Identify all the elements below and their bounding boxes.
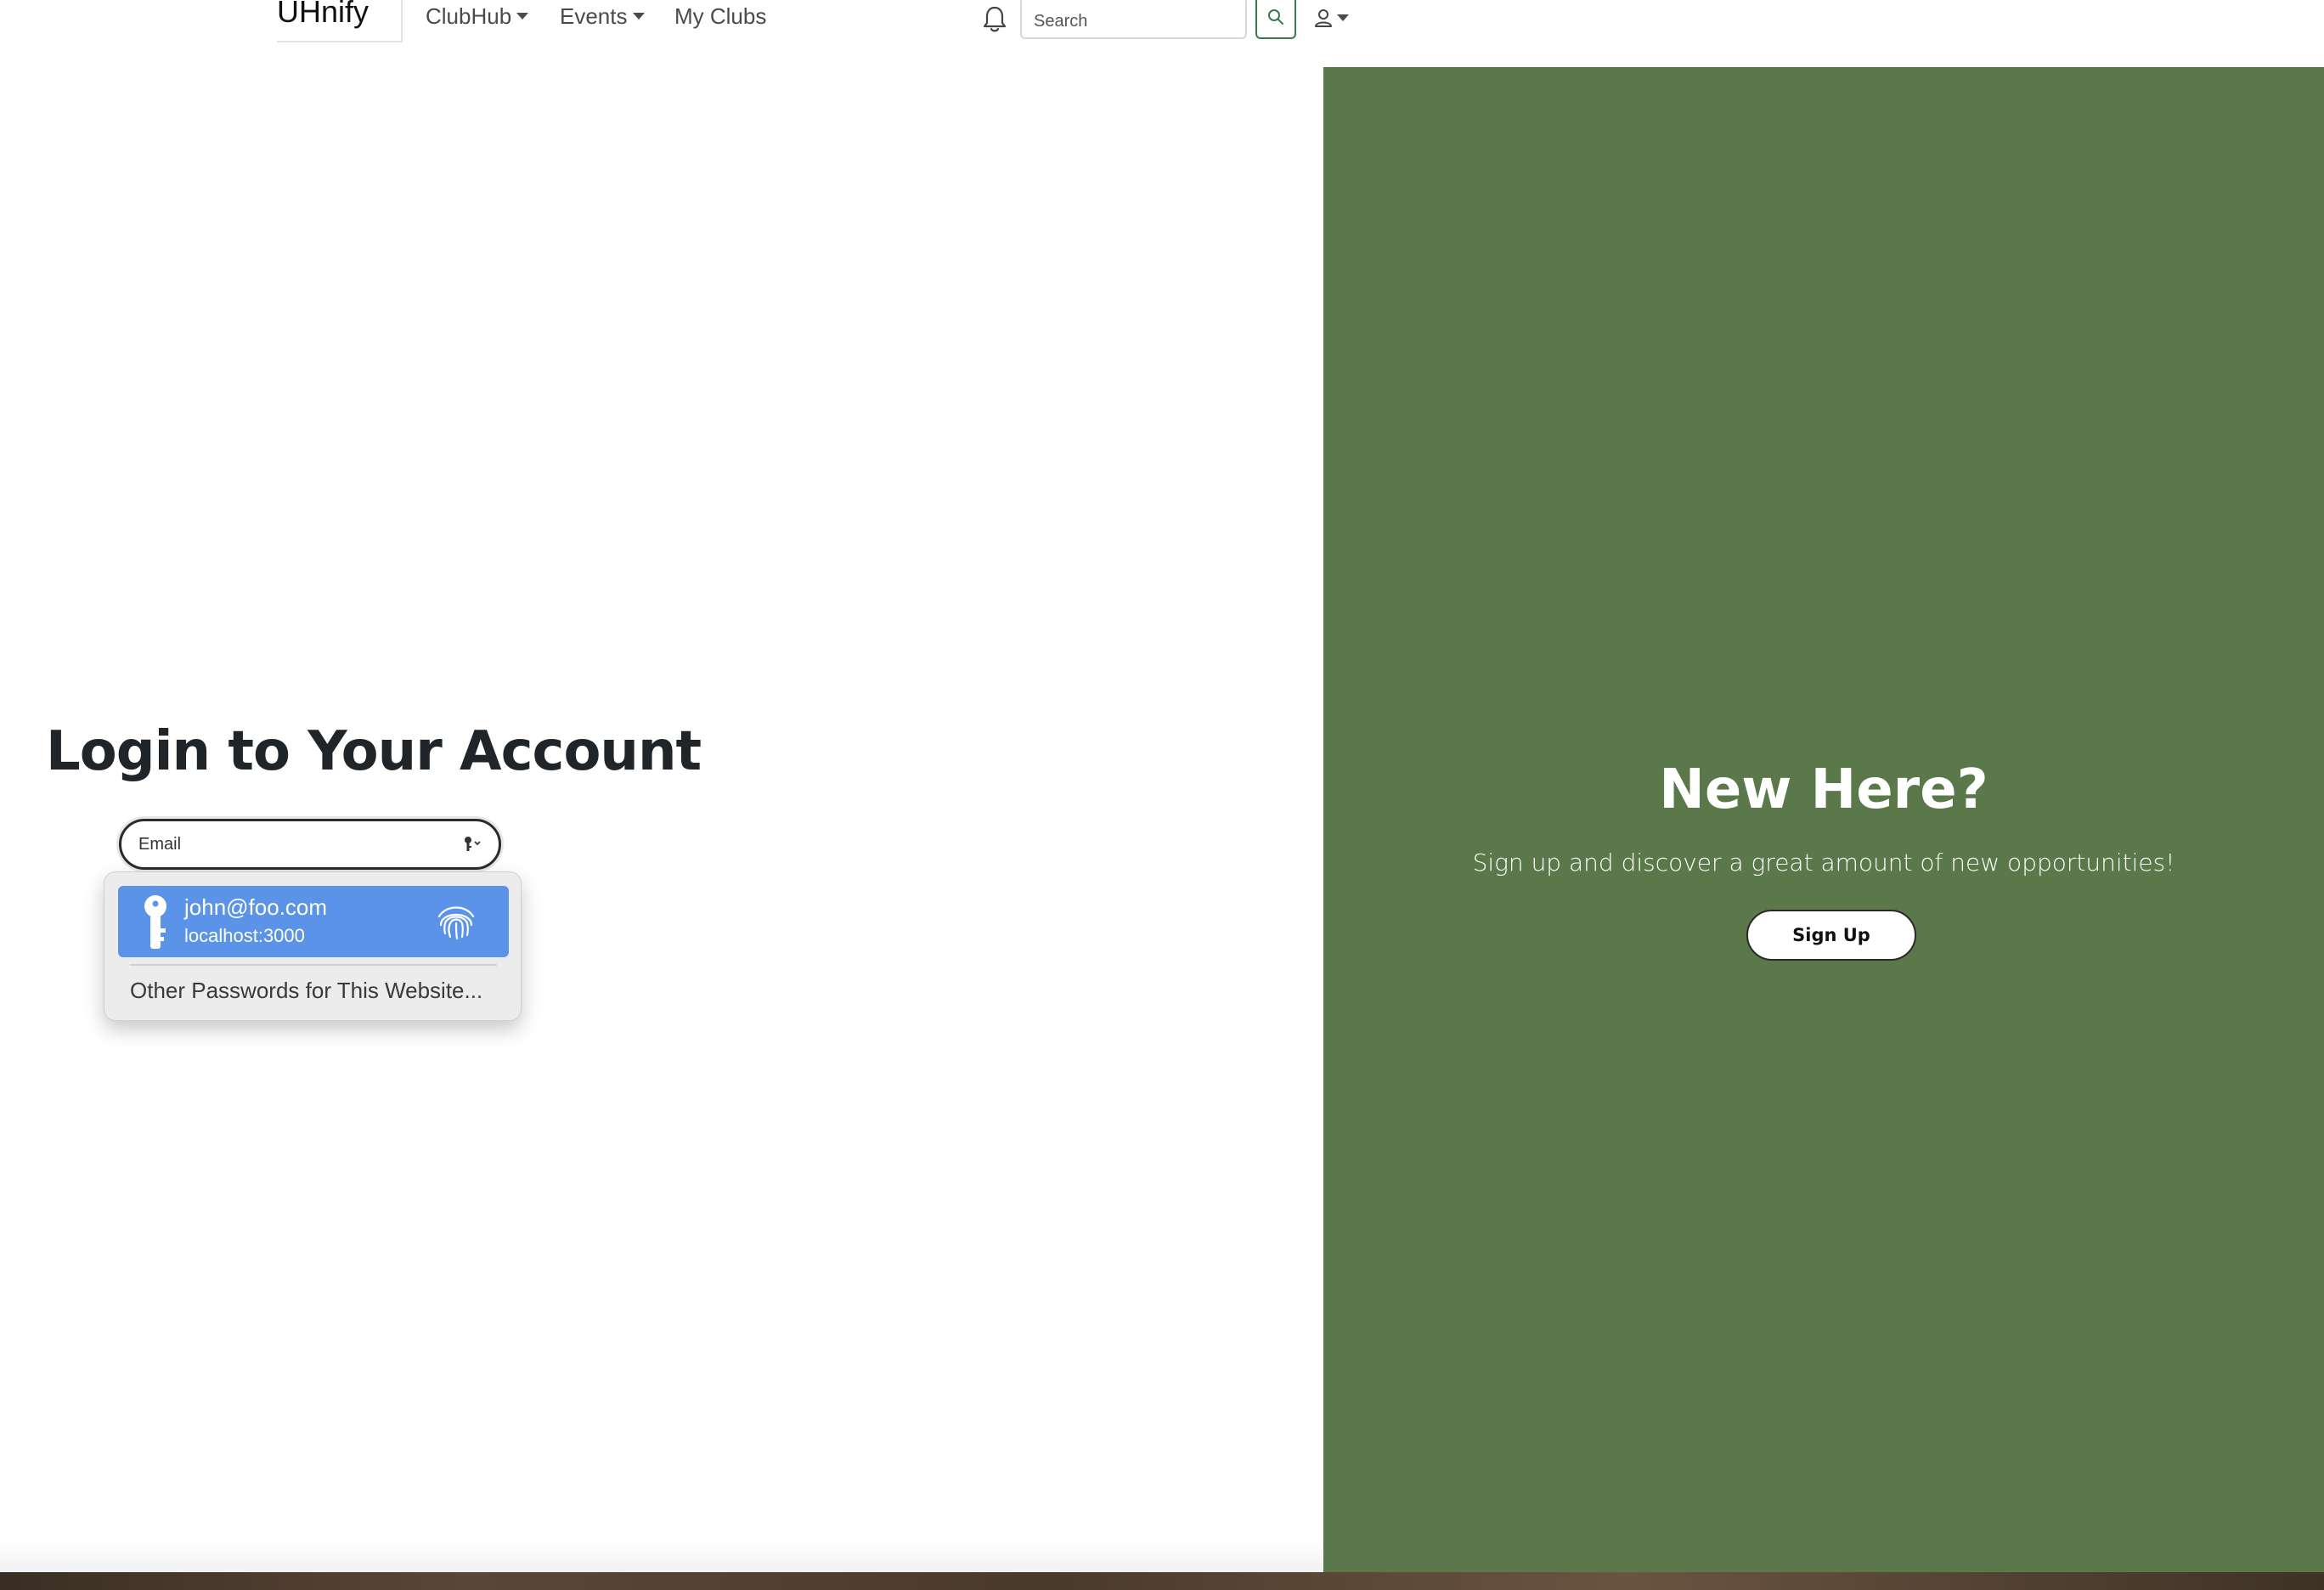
sign-up-button[interactable]: Sign Up <box>1746 910 1916 961</box>
email-input[interactable] <box>137 821 443 867</box>
signup-panel: New Here? Sign up and discover a great a… <box>1323 67 2324 1572</box>
saved-credential-item[interactable]: john@foo.com localhost:3000 <box>118 886 509 957</box>
search-icon <box>1268 9 1283 25</box>
credential-site: localhost:3000 <box>184 925 305 946</box>
desktop-background-strip <box>0 1572 2324 1590</box>
search-input[interactable] <box>1020 0 1247 39</box>
key-icon <box>144 895 166 949</box>
nav-item-my-clubs[interactable]: My Clubs <box>674 2 766 31</box>
bell-icon[interactable] <box>982 5 1007 34</box>
password-key-icon[interactable] <box>461 835 483 854</box>
chevron-down-icon <box>1337 14 1349 21</box>
other-passwords-link[interactable]: Other Passwords for This Website... <box>130 978 482 1004</box>
signup-title: New Here? <box>1659 758 1988 821</box>
search-button[interactable] <box>1255 0 1296 39</box>
brand-logo[interactable]: UHnify <box>277 0 403 42</box>
divider <box>130 964 497 966</box>
chevron-down-icon <box>632 13 645 20</box>
page-title: Login to Your Account <box>46 720 702 783</box>
navbar: UHnify ClubHub Events My Clubs <box>0 0 2324 67</box>
signup-subtitle: Sign up and discover a great amount of n… <box>1472 849 2175 877</box>
credential-username: john@foo.com <box>184 894 328 920</box>
nav-item-events-label: Events <box>560 3 628 29</box>
email-field[interactable] <box>119 819 501 870</box>
nav-item-clubhub[interactable]: ClubHub <box>426 2 529 31</box>
chevron-down-icon <box>516 13 529 20</box>
nav-item-my-clubs-label: My Clubs <box>674 3 767 29</box>
password-autofill-popup: john@foo.com localhost:3000 Other Passwo… <box>104 871 522 1021</box>
user-menu[interactable] <box>1313 5 1354 31</box>
nav-item-events[interactable]: Events <box>560 2 645 31</box>
user-icon <box>1315 9 1332 27</box>
nav-item-clubhub-label: ClubHub <box>426 3 512 29</box>
page-bottom-fade <box>0 1537 1323 1572</box>
fingerprint-icon <box>437 906 475 940</box>
